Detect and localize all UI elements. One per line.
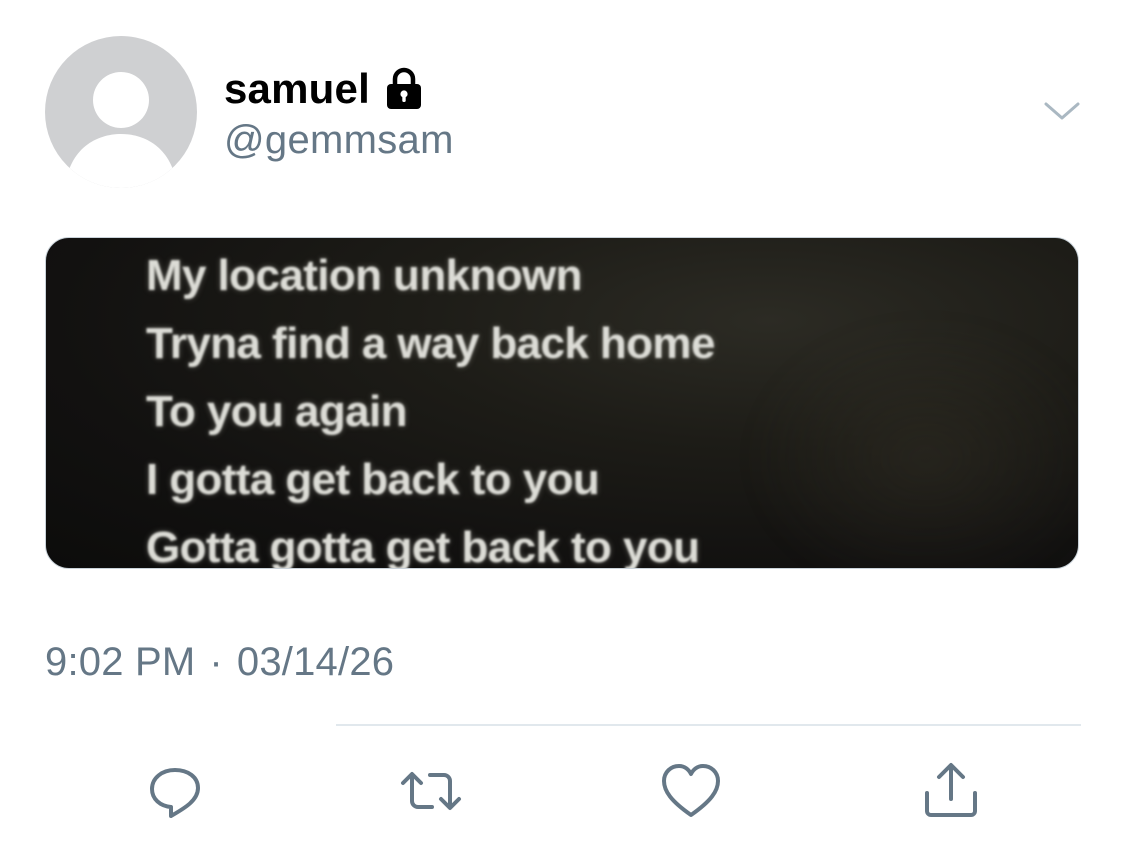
lyric-line: Tryna find a way back home: [146, 319, 715, 368]
timestamp-separator: ·: [209, 640, 223, 684]
user-handle[interactable]: @gemmsam: [224, 118, 454, 163]
reply-icon: [150, 768, 200, 818]
like-button[interactable]: [656, 756, 726, 826]
lyric-line: Gotta gotta get back to you: [146, 523, 700, 569]
chevron-down-icon[interactable]: [1040, 96, 1084, 126]
display-name-row: samuel: [224, 65, 424, 113]
display-name[interactable]: samuel: [224, 65, 370, 113]
retweet-icon: [401, 772, 461, 810]
lyric-line: To you again: [146, 387, 407, 436]
share-button[interactable]: [916, 756, 986, 826]
lyric-line: My location unknown: [146, 251, 583, 300]
media-background-glow: [746, 318, 1078, 568]
reply-button[interactable]: [140, 756, 210, 826]
tweet-media-image[interactable]: My location unknown Tryna find a way bac…: [45, 237, 1079, 569]
avatar[interactable]: [45, 36, 197, 188]
tweet-timestamp[interactable]: 9:02 PM · 03/14/26: [45, 640, 394, 685]
lyric-line: I gotta get back to you: [146, 455, 600, 504]
retweet-button[interactable]: [396, 756, 466, 826]
divider: [336, 724, 1081, 726]
lyrics-text-block: My location unknown Tryna find a way bac…: [146, 242, 715, 569]
lock-icon: [384, 67, 424, 111]
tweet-date: 03/14/26: [236, 640, 395, 684]
default-avatar-icon: [65, 72, 177, 188]
share-icon: [925, 763, 977, 817]
heart-icon: [662, 764, 720, 817]
tweet-time: 9:02 PM: [45, 640, 196, 684]
